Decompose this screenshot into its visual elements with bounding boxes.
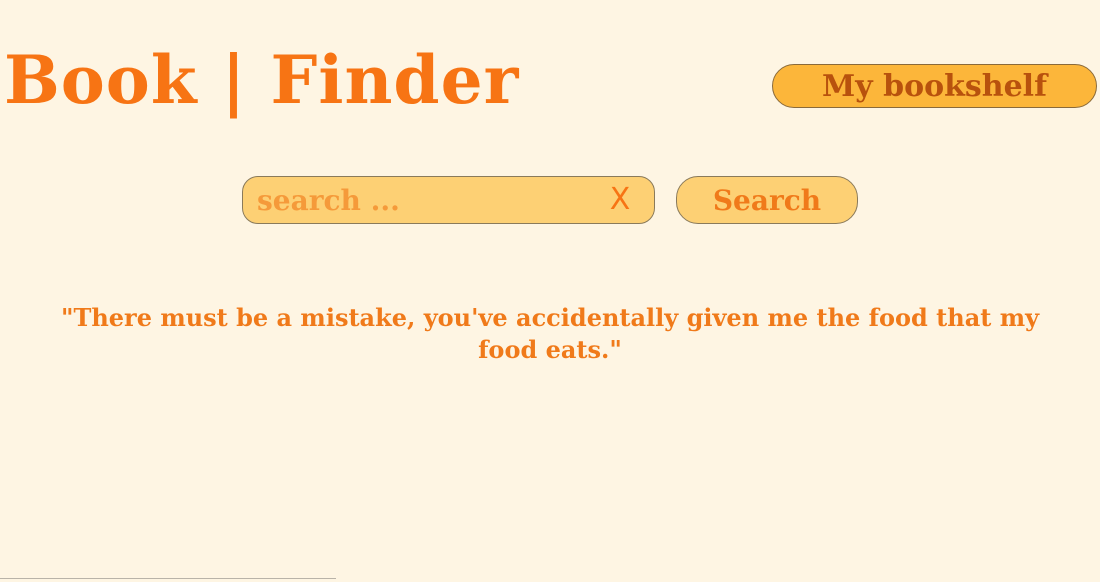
divider-line [0, 578, 336, 579]
my-bookshelf-button[interactable]: My bookshelf [772, 64, 1097, 108]
search-button[interactable]: Search [676, 176, 858, 224]
clear-search-button[interactable]: X [606, 183, 634, 217]
search-input[interactable] [257, 177, 587, 223]
quote-text: "There must be a mistake, you've acciden… [60, 303, 1040, 364]
app-title: Book | Finder [4, 41, 520, 119]
search-box: X [242, 176, 655, 224]
